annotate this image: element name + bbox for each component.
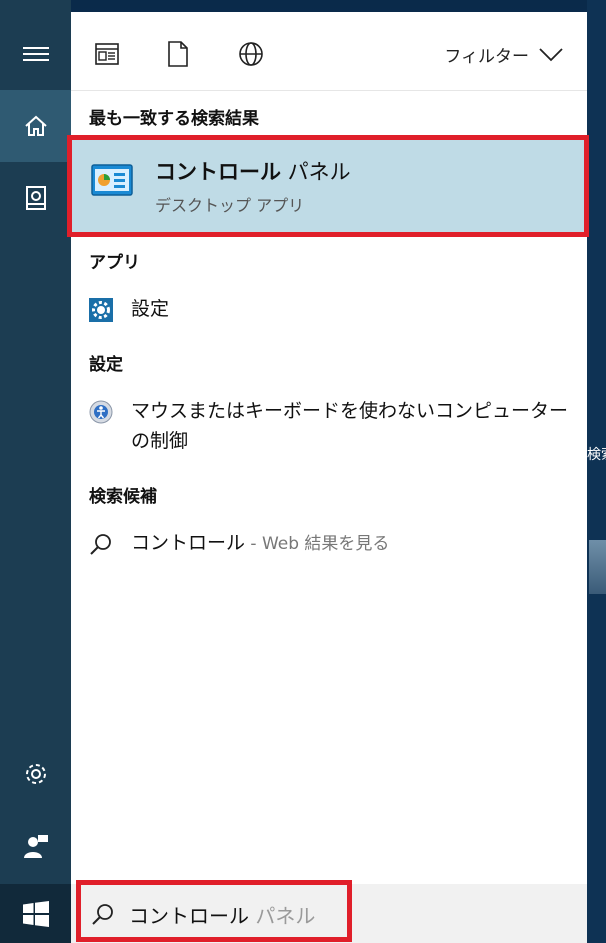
settings-heading: 設定 bbox=[89, 355, 123, 375]
control-panel-icon bbox=[91, 164, 133, 196]
best-match-result[interactable]: コントロール パネル デスクトップ アプリ bbox=[71, 138, 587, 236]
settings-result-ease-of-access[interactable]: マウスまたはキーボードを使わないコンピューターの制御 bbox=[71, 396, 587, 460]
document-icon bbox=[168, 41, 188, 67]
filter-toolbar: フィルター bbox=[71, 12, 587, 91]
search-icon bbox=[92, 904, 113, 925]
best-match-title-rest: パネル bbox=[281, 160, 351, 184]
apps-filter-button[interactable] bbox=[93, 40, 121, 68]
web-suggestion-suffix: - Web 結果を見る bbox=[245, 534, 390, 554]
windows-logo-icon bbox=[22, 900, 49, 927]
desktop-thumbnail bbox=[589, 540, 606, 594]
app-result-label: 設定 bbox=[131, 298, 170, 320]
notebook-button[interactable] bbox=[0, 162, 71, 234]
documents-filter-button[interactable] bbox=[164, 40, 192, 68]
apps-icon bbox=[95, 43, 119, 65]
filter-dropdown[interactable]: フィルター bbox=[444, 42, 563, 67]
apps-heading: アプリ bbox=[89, 253, 140, 273]
home-icon bbox=[24, 115, 47, 136]
feedback-person-icon bbox=[23, 835, 48, 858]
best-match-title: コントロール パネル bbox=[155, 156, 351, 186]
search-typed-text: コントロール bbox=[129, 904, 249, 928]
web-suggestion-query: コントロール bbox=[131, 532, 246, 554]
desktop-peek-text: 検索 bbox=[587, 447, 606, 463]
best-match-heading: 最も一致する検索結果 bbox=[89, 109, 259, 129]
search-autocomplete-text: パネル bbox=[249, 904, 316, 928]
home-button[interactable] bbox=[0, 90, 71, 162]
best-match-title-bold: コントロール bbox=[155, 160, 281, 184]
settings-gear-icon bbox=[25, 764, 46, 784]
start-left-rail bbox=[0, 0, 71, 884]
menu-button[interactable] bbox=[0, 18, 71, 90]
settings-button[interactable] bbox=[0, 738, 71, 810]
feedback-button[interactable] bbox=[0, 810, 71, 882]
notebook-icon bbox=[25, 186, 46, 210]
chevron-down-icon bbox=[539, 47, 563, 61]
settings-gear-icon bbox=[89, 298, 113, 322]
taskbar-search-box[interactable]: コントロール パネル bbox=[71, 884, 587, 943]
filter-label: フィルター bbox=[444, 47, 529, 67]
web-suggestion-item[interactable]: コントロール - Web 結果を見る bbox=[71, 528, 587, 562]
search-icon bbox=[90, 534, 111, 555]
desktop-background-edge bbox=[587, 0, 606, 943]
suggestions-heading: 検索候補 bbox=[89, 487, 157, 507]
settings-result-label: マウスまたはキーボードを使わないコンピューターの制御 bbox=[131, 400, 569, 452]
search-results-panel: フィルター 最も一致する検索結果 コントロール パネル デスクトップ アプリ ア… bbox=[71, 12, 587, 884]
hamburger-icon bbox=[22, 47, 49, 61]
web-filter-button[interactable] bbox=[237, 40, 265, 68]
web-suggestion-text: コントロール - Web 結果を見る bbox=[131, 528, 389, 559]
start-button[interactable] bbox=[0, 884, 71, 943]
search-input[interactable]: コントロール パネル bbox=[129, 900, 315, 929]
best-match-subtitle: デスクトップ アプリ bbox=[155, 196, 305, 215]
web-globe-icon bbox=[239, 42, 263, 66]
ease-of-access-icon bbox=[89, 400, 113, 424]
app-result-settings[interactable]: 設定 bbox=[71, 294, 587, 328]
